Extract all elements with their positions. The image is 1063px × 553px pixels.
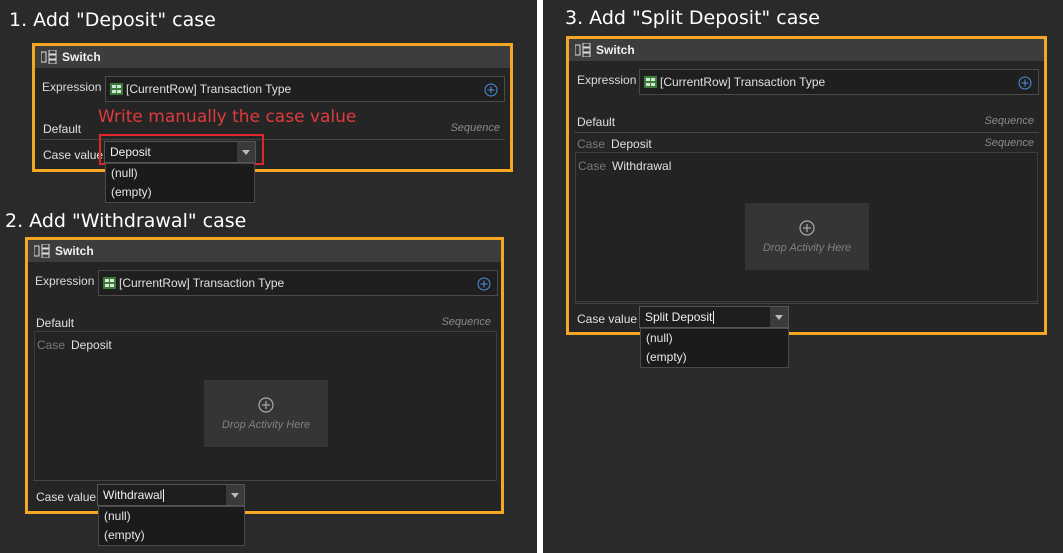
case-row[interactable]: Case Withdrawal [578,159,671,173]
switch-activity-3[interactable]: Switch Expression [CurrentRow] Transacti… [566,36,1047,335]
switch-header[interactable]: Switch [35,46,510,68]
dropdown-option[interactable]: (empty) [99,526,244,545]
step-2-title: 2. Add "Withdrawal" case [5,210,247,232]
case-value-input[interactable]: Split Deposit [645,310,712,324]
expression-label: Expression [577,73,637,87]
default-label: Default [43,122,82,136]
case-word: Case [578,159,607,173]
sequence-label: Sequence [441,316,491,328]
drop-activity-label: Drop Activity Here [221,418,311,431]
dropdown-option[interactable]: (null) [641,329,788,348]
dropdown-option[interactable]: (empty) [641,348,788,367]
switch-icon [575,43,591,57]
cases-area[interactable]: Case Withdrawal Drop Activity Here [575,152,1038,302]
case-value-dropdown[interactable]: (null) (empty) [640,328,789,368]
case-value-dropdown[interactable]: (null) (empty) [105,163,255,203]
add-icon[interactable] [1018,76,1032,90]
switch-icon [41,50,57,64]
case-value-input[interactable]: Withdrawal [103,488,162,502]
dropdown-option[interactable]: (null) [99,507,244,526]
switch-header[interactable]: Switch [569,39,1044,61]
switch-title: Switch [596,43,635,57]
separator [574,132,1039,133]
case-value-input-wrap[interactable]: Withdrawal [98,488,226,503]
expression-value: [CurrentRow] Transaction Type [126,82,292,96]
variable-icon [103,277,116,289]
case-value-label: Case value [577,312,638,326]
expression-value: [CurrentRow] Transaction Type [119,276,285,290]
expression-label: Expression [35,274,95,288]
chevron-down-icon[interactable] [770,307,788,327]
expression-value: [CurrentRow] Transaction Type [660,75,826,89]
text-caret [163,489,165,503]
expression-field[interactable]: [CurrentRow] Transaction Type [98,270,498,296]
text-caret [713,311,715,325]
case-name: Deposit [71,338,112,352]
cases-area[interactable]: Case Deposit Drop Activity Here [34,331,497,481]
annotation-text: Write manually the case value [98,107,357,127]
sequence-label: Sequence [984,137,1034,149]
drop-activity-zone[interactable]: Drop Activity Here [745,203,869,270]
drop-activity-label: Drop Activity Here [762,241,852,254]
case-value-label: Case value [43,148,104,162]
case-row[interactable]: Case Deposit [37,338,112,352]
case-word: Case [37,338,66,352]
case-row[interactable]: Case Deposit [577,137,652,151]
separator [33,480,496,481]
add-icon[interactable] [484,83,498,97]
case-value-label: Case value [36,490,97,504]
separator [574,303,1039,304]
case-value-combo[interactable]: Withdrawal [97,484,245,506]
switch-header[interactable]: Switch [28,240,501,262]
switch-title: Switch [55,244,94,258]
step-1-title: 1. Add "Deposit" case [9,9,216,31]
sequence-label: Sequence [984,115,1034,127]
case-value-dropdown[interactable]: (null) (empty) [98,506,245,546]
case-value-input[interactable]: Deposit [105,145,237,159]
switch-title: Switch [62,50,101,64]
default-label: Default [36,316,75,330]
dropdown-option[interactable]: (null) [106,164,254,183]
case-word: Case [577,137,606,151]
switch-icon [34,244,50,258]
dropdown-option[interactable]: (empty) [106,183,254,202]
default-label: Default [577,115,616,129]
variable-icon [110,83,123,95]
case-value-combo[interactable]: Deposit [104,141,256,163]
chevron-down-icon[interactable] [237,142,255,162]
expression-label: Expression [42,80,102,94]
case-value-input-wrap[interactable]: Split Deposit [640,310,770,325]
add-icon[interactable] [477,277,491,291]
expression-field[interactable]: [CurrentRow] Transaction Type [639,69,1039,95]
add-circle-icon [799,219,815,236]
sequence-label: Sequence [450,122,500,134]
drop-activity-zone[interactable]: Drop Activity Here [204,380,328,447]
case-name: Deposit [611,137,652,151]
switch-activity-2[interactable]: Switch Expression [CurrentRow] Transacti… [25,237,504,514]
step-3-title: 3. Add "Split Deposit" case [565,7,820,29]
chevron-down-icon[interactable] [226,485,244,505]
expression-field[interactable]: [CurrentRow] Transaction Type [105,76,505,102]
case-name: Withdrawal [612,159,672,173]
variable-icon [644,76,657,88]
case-value-combo[interactable]: Split Deposit [639,306,789,328]
add-circle-icon [258,396,274,413]
panel-divider [537,0,543,553]
